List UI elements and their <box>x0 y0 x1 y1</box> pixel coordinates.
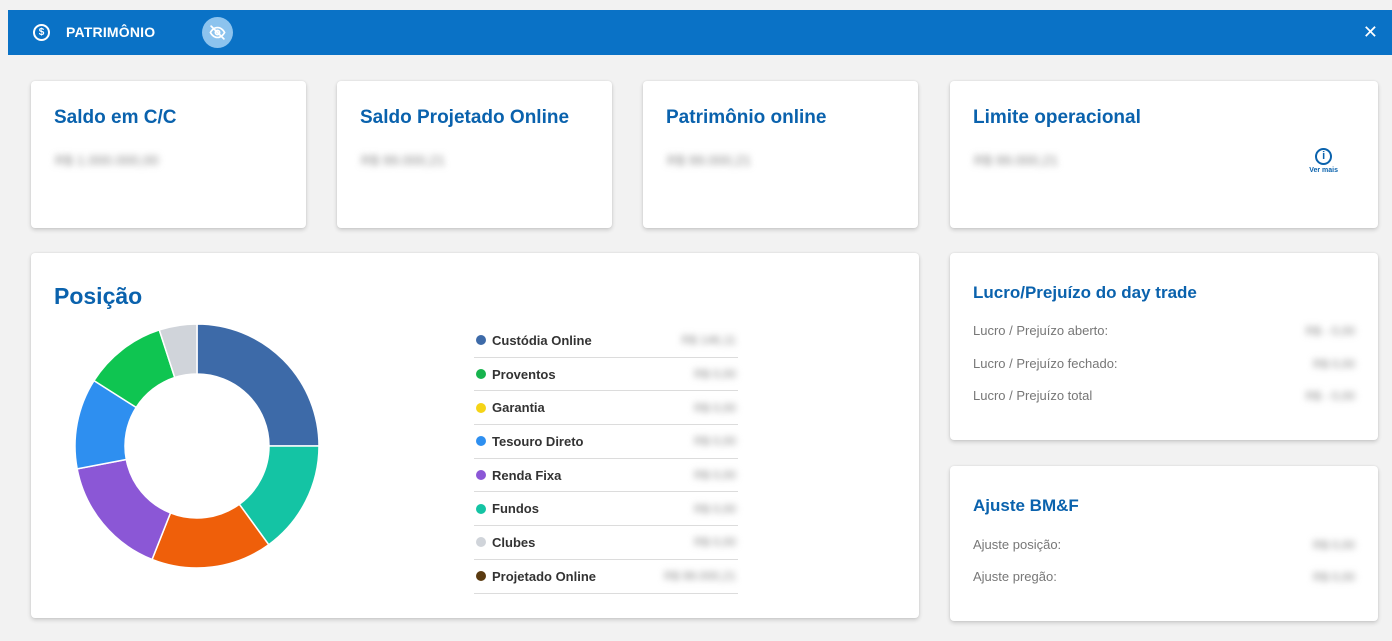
ver-mais-button[interactable]: i Ver mais <box>1309 148 1338 174</box>
day-trade-row: Lucro / Prejuízo total R$ - 0,00 <box>973 388 1355 403</box>
header-bar: $ PATRIMÔNIO ✕ <box>8 10 1392 55</box>
day-trade-row: Lucro / Prejuízo aberto: R$ - 0,00 <box>973 323 1355 338</box>
row-value: R$ 0,00 <box>1312 356 1355 371</box>
day-trade-card: Lucro/Prejuízo do day trade Lucro / Prej… <box>950 253 1378 440</box>
legend-label-group: Tesouro Direto <box>476 434 584 449</box>
legend-dot <box>476 470 486 481</box>
card-value: R$ 99.000,21 <box>974 152 1059 168</box>
legend-label-group: Custódia Online <box>476 333 592 348</box>
legend-value: R$ 0,00 <box>693 400 736 415</box>
dollar-circle-icon: $ <box>33 24 50 41</box>
card-title: Saldo em C/C <box>54 107 177 128</box>
legend-label-group: Proventos <box>476 367 556 382</box>
card-title: Limite operacional <box>973 107 1141 128</box>
legend-label-group: Fundos <box>476 501 539 516</box>
legend-item: Fundos R$ 0,00 <box>474 492 738 527</box>
legend-label-group: Renda Fixa <box>476 468 561 483</box>
legend-name: Custódia Online <box>492 332 592 348</box>
position-donut-chart <box>75 324 319 568</box>
card-saldo-projetado: Saldo Projetado Online R$ 99.000,21 <box>337 81 612 228</box>
legend-item: Renda Fixa R$ 0,00 <box>474 459 738 493</box>
card-title: Patrimônio online <box>666 107 827 128</box>
close-icon[interactable]: ✕ <box>1363 22 1378 43</box>
legend-dot <box>476 503 486 514</box>
legend-name: Tesouro Direto <box>492 433 584 449</box>
card-limite-operacional: Limite operacional R$ 99.000,21 i Ver ma… <box>950 81 1378 228</box>
row-label: Ajuste posição: <box>973 537 1062 552</box>
bmf-row: Ajuste pregão: R$ 0,00 <box>973 569 1355 584</box>
legend-value: R$ 99.000,21 <box>663 569 736 584</box>
legend-dot <box>476 537 486 548</box>
card-saldo-cc: Saldo em C/C R$ 1.000.000,00 <box>31 81 306 228</box>
position-card: Posição Custódia Online R$ 146,11 Provento… <box>31 253 919 618</box>
legend-label-group: Garantia <box>476 400 545 415</box>
card-value: R$ 1.000.000,00 <box>55 152 159 168</box>
legend-value: R$ 0,00 <box>693 367 736 382</box>
legend-item: Proventos R$ 0,00 <box>474 358 738 392</box>
legend-name: Garantia <box>492 400 545 416</box>
toggle-visibility-button[interactable] <box>202 17 233 48</box>
legend-label-group: Clubes <box>476 535 535 550</box>
legend-item: Clubes R$ 0,00 <box>474 526 738 560</box>
row-label: Lucro / Prejuízo aberto: <box>973 323 1109 338</box>
legend-dot <box>476 369 486 380</box>
card-patrimonio-online: Patrimônio online R$ 99.000,21 <box>643 81 918 228</box>
bmf-title: Ajuste BM&F <box>973 496 1079 515</box>
row-label: Ajuste pregão: <box>973 569 1057 584</box>
legend-name: Clubes <box>492 534 536 550</box>
legend-label-group: Projetado Online <box>476 569 596 584</box>
legend-dot <box>476 335 486 346</box>
ver-mais-label: Ver mais <box>1309 167 1338 174</box>
legend-value: R$ 0,00 <box>693 434 736 449</box>
row-value: R$ 0,00 <box>1312 537 1355 552</box>
legend-name: Projetado Online <box>492 568 597 584</box>
legend-item: Garantia R$ 0,00 <box>474 391 738 426</box>
page-title: PATRIMÔNIO <box>66 24 156 40</box>
legend-item: Custódia Online R$ 146,11 <box>474 324 738 358</box>
legend-dot <box>476 402 486 413</box>
legend-name: Fundos <box>492 501 539 517</box>
day-trade-row: Lucro / Prejuízo fechado: R$ 0,00 <box>973 356 1355 371</box>
position-legend: Custódia Online R$ 146,11 Proventos R$ 0,00… <box>474 324 738 594</box>
legend-value: R$ 0,00 <box>693 535 736 550</box>
legend-name: Renda Fixa <box>492 467 562 483</box>
row-value: R$ - 0,00 <box>1305 388 1355 403</box>
donut-segment <box>76 458 172 561</box>
card-value: R$ 99.000,21 <box>361 152 446 168</box>
legend-dot <box>476 571 486 582</box>
legend-dot <box>476 436 486 447</box>
row-label: Lucro / Prejuízo total <box>973 388 1093 403</box>
donut-segment <box>196 324 319 447</box>
legend-value: R$ 0,00 <box>693 468 736 483</box>
legend-item: Tesouro Direto R$ 0,00 <box>474 425 738 459</box>
bmf-row: Ajuste posição: R$ 0,00 <box>973 537 1355 552</box>
legend-name: Proventos <box>492 366 556 382</box>
row-value: R$ 0,00 <box>1312 569 1355 584</box>
card-value: R$ 99.000,21 <box>667 152 752 168</box>
legend-value: R$ 146,11 <box>681 333 737 348</box>
legend-item: Projetado Online R$ 99.000,21 <box>474 560 738 594</box>
card-title: Saldo Projetado Online <box>360 107 570 128</box>
legend-value: R$ 0,00 <box>693 501 736 516</box>
row-label: Lucro / Prejuízo fechado: <box>973 356 1118 371</box>
row-value: R$ - 0,00 <box>1305 323 1355 338</box>
position-title: Posição <box>54 283 143 309</box>
day-trade-title: Lucro/Prejuízo do day trade <box>973 283 1197 302</box>
info-icon: i <box>1315 148 1333 165</box>
eye-off-icon <box>209 25 226 40</box>
bmf-card: Ajuste BM&F Ajuste posição: R$ 0,00 Ajus… <box>950 466 1378 621</box>
